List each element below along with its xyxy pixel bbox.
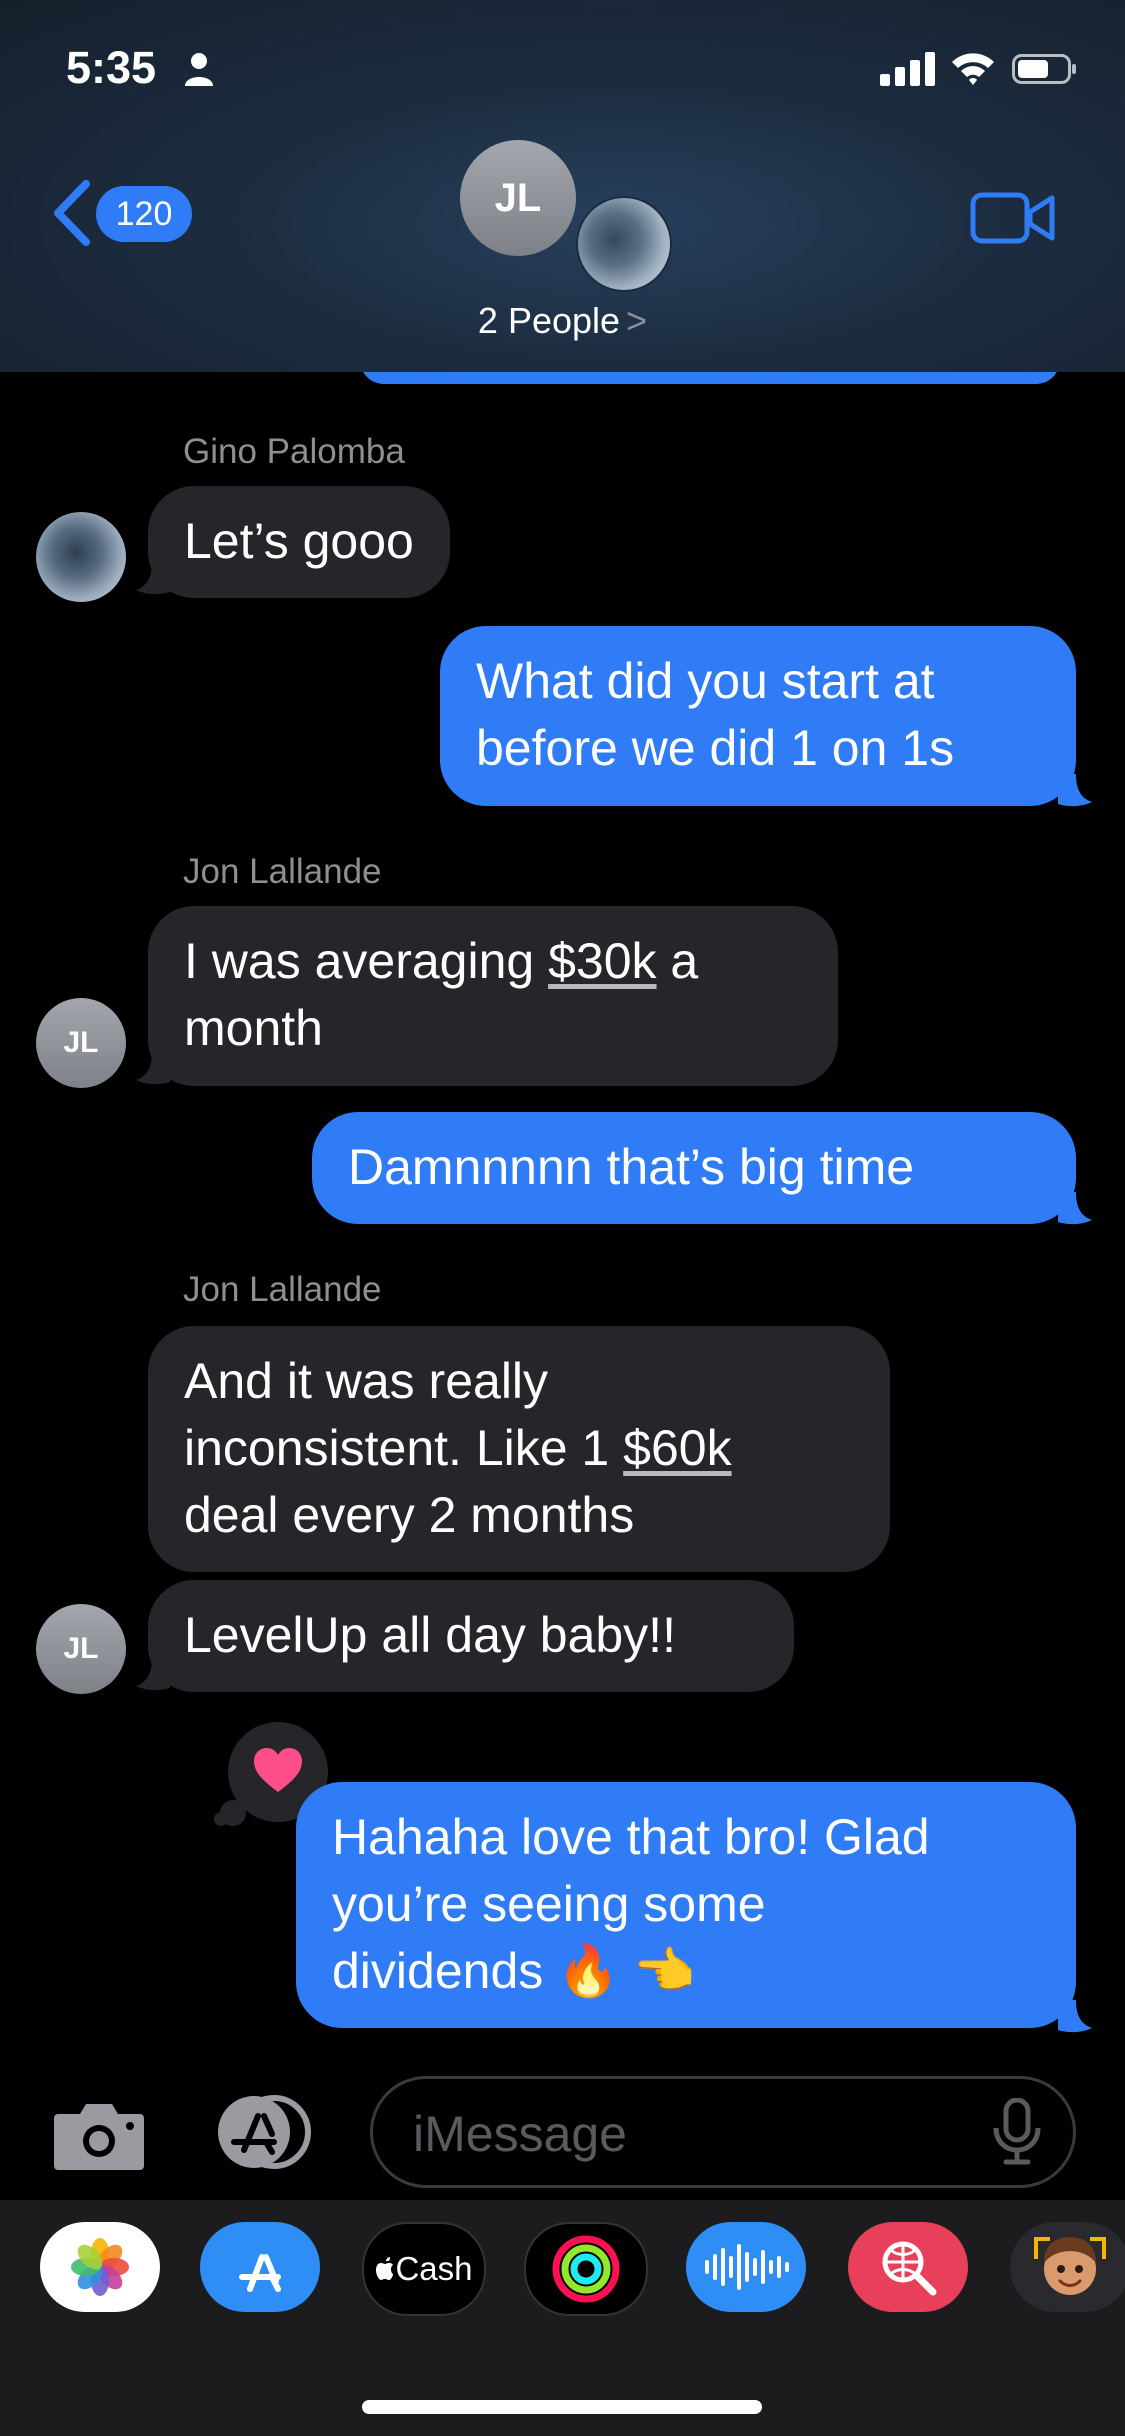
- battery-icon: [1012, 54, 1076, 84]
- message-text: a: [656, 933, 699, 989]
- message-text-line: And it was really: [184, 1353, 549, 1409]
- message-input-placeholder: iMessage: [413, 2106, 627, 2162]
- microphone-icon[interactable]: [990, 2098, 1044, 2166]
- conversation-header: 5:35 120 JL 2 People >: [0, 0, 1125, 372]
- message-text: Let’s gooo: [184, 513, 414, 569]
- group-avatar-jl[interactable]: JL: [460, 140, 576, 256]
- facetime-video-icon[interactable]: [970, 190, 1056, 246]
- camera-icon[interactable]: [52, 2096, 146, 2172]
- message-text-line: before we did 1 on 1s: [476, 720, 955, 776]
- message-input[interactable]: iMessage: [370, 2076, 1076, 2188]
- incoming-message-bubble[interactable]: And it was really inconsistent. Like 1 $…: [148, 1326, 890, 1572]
- sender-avatar-jl[interactable]: JL: [36, 998, 126, 1088]
- incoming-message-bubble[interactable]: I was averaging $30k a month: [148, 906, 838, 1086]
- message-text-line: deal every 2 months: [184, 1487, 635, 1543]
- group-details-link[interactable]: 2 People >: [0, 300, 1125, 342]
- outgoing-message-bubble[interactable]: Damnnnnn that’s big time: [312, 1112, 1076, 1224]
- focus-person-icon: [185, 53, 213, 86]
- message-text: LevelUp all day baby!!: [184, 1607, 676, 1663]
- back-chevron-icon[interactable]: [50, 178, 94, 248]
- audio-waveform-icon: [705, 2244, 789, 2290]
- message-text-line: What did you start at: [476, 653, 935, 709]
- cash-label: Cash: [395, 2250, 473, 2287]
- sender-avatar-photo[interactable]: [36, 512, 126, 602]
- incoming-message-bubble[interactable]: Let’s gooo: [148, 486, 450, 598]
- app-store-app-button[interactable]: [200, 2222, 320, 2312]
- message-text: Damnnnnn that’s big time: [348, 1139, 915, 1195]
- outgoing-message-bubble[interactable]: Hahaha love that bro! Glad you’re seeing…: [296, 1782, 1076, 2028]
- app-store-icon[interactable]: [206, 2094, 324, 2170]
- message-text-line: Hahaha love that bro! Glad: [332, 1809, 930, 1865]
- globe-search-icon: [882, 2241, 937, 2296]
- activity-app-button[interactable]: [524, 2222, 648, 2316]
- group-avatar-photo[interactable]: [576, 196, 672, 292]
- app-store-app-icon: [239, 2254, 281, 2292]
- memoji-face-icon: [1034, 2237, 1106, 2295]
- apple-cash-app-button[interactable]: Cash: [362, 2222, 486, 2316]
- message-text: I was averaging: [184, 933, 549, 989]
- sender-avatar-jl[interactable]: JL: [36, 1604, 126, 1694]
- message-text-line: you’re seeing some: [332, 1876, 766, 1932]
- sender-name: Jon Lallande: [183, 852, 382, 891]
- wifi-icon: [952, 53, 994, 85]
- heart-icon: [254, 1748, 302, 1792]
- amount-link[interactable]: $60k: [623, 1420, 731, 1476]
- message-text-line: month: [184, 1000, 323, 1056]
- photos-icon: [71, 2238, 129, 2296]
- cellular-signal-icon: [880, 52, 935, 86]
- activity-rings-icon: [552, 2235, 620, 2303]
- memoji-app-button[interactable]: [1010, 2222, 1125, 2312]
- message-text: inconsistent. Like 1: [184, 1420, 624, 1476]
- amount-link[interactable]: $30k: [548, 933, 656, 989]
- images-search-app-button[interactable]: [848, 2222, 968, 2312]
- sender-name: Jon Lallande: [183, 1270, 382, 1309]
- sender-name: Gino Palomba: [183, 432, 405, 471]
- people-count-label: 2 People: [477, 300, 621, 341]
- message-text-line: dividends 🔥 👈: [332, 1943, 696, 1999]
- tapback-tail: [214, 1812, 228, 1826]
- home-indicator[interactable]: [362, 2400, 762, 2414]
- incoming-message-bubble[interactable]: LevelUp all day baby!!: [148, 1580, 794, 1692]
- apple-logo-icon: [376, 2257, 394, 2280]
- photos-app-button[interactable]: [40, 2222, 160, 2312]
- outgoing-message-bubble[interactable]: What did you start at before we did 1 on…: [440, 626, 1076, 806]
- audio-message-app-button[interactable]: [686, 2222, 806, 2312]
- status-time: 5:35: [66, 42, 157, 93]
- unread-count-badge[interactable]: 120: [96, 186, 192, 242]
- chevron-right-icon: >: [626, 300, 648, 341]
